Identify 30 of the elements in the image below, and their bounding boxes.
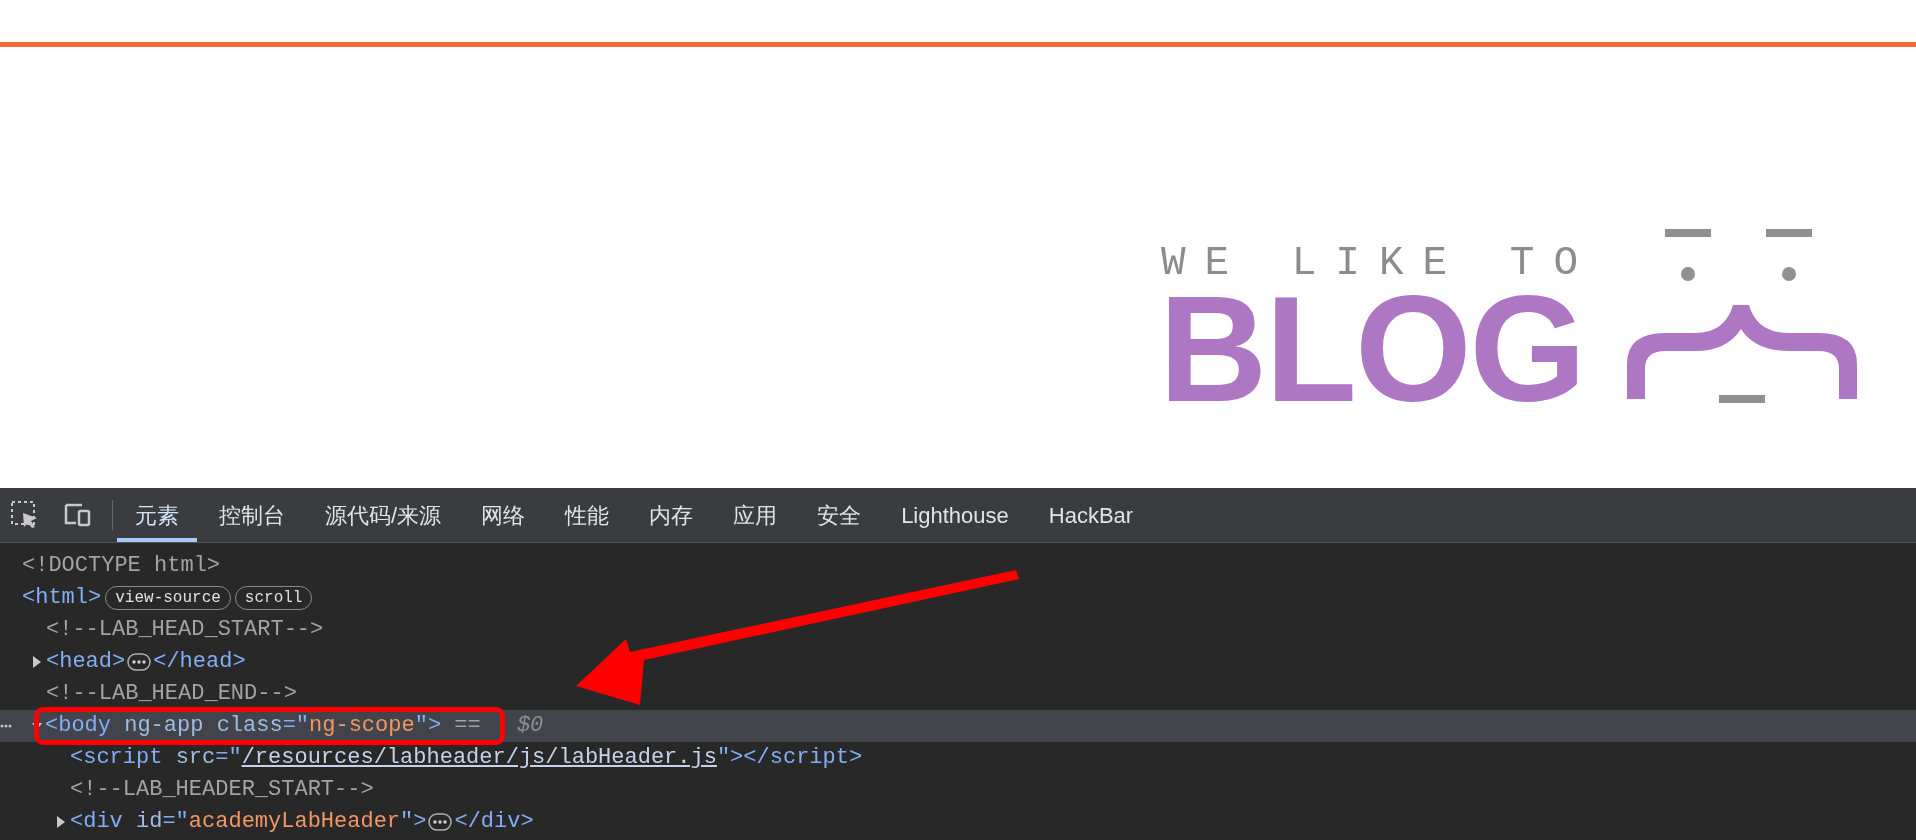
expand-triangle-icon[interactable] — [56, 816, 66, 828]
more-icon[interactable] — [0, 724, 12, 728]
panel-tab[interactable]: 控制台 — [201, 488, 303, 542]
code-text: <head> — [46, 649, 126, 675]
code-text: <!--LAB_HEAD_START--> — [46, 617, 324, 643]
code-text: <!DOCTYPE html> — [22, 553, 221, 579]
panel-tab[interactable]: 内存 — [631, 488, 712, 542]
code-text: <!--LAB_HEAD_END--> — [46, 681, 297, 707]
code-text: <body ng-app class="ng-scope"> == — [45, 713, 482, 739]
panel-tab[interactable]: 源代码/来源 — [307, 488, 460, 542]
code-text: <!--LAB_HEADER_START--> — [70, 777, 374, 803]
code-text: <div id="academyLabHeader"> — [70, 809, 427, 835]
panel-tab[interactable]: 应用 — [715, 488, 796, 542]
panel-tab[interactable]: 元素 — [117, 488, 197, 542]
code-text: <script src="/resources/labheader/js/labHeader.js"></script> — [70, 745, 863, 771]
logo-wordmark: BLOG — [1158, 285, 1586, 413]
code-text: </div> — [454, 809, 534, 835]
code-text: <html> — [22, 585, 102, 611]
panel-tab[interactable]: 网络 — [463, 488, 544, 542]
expand-triangle-icon[interactable] — [32, 656, 42, 668]
device-toggle-icon[interactable] — [62, 501, 92, 529]
panel-tab[interactable]: HackBar — [1030, 488, 1152, 542]
code-text: $0 — [516, 713, 544, 739]
logo-tagline: WE LIKE TO — [1160, 241, 1597, 285]
code-text: </head> — [153, 649, 246, 675]
panel-tab[interactable]: Lighthouse — [883, 488, 1027, 542]
ellipsis-icon[interactable] — [127, 653, 152, 671]
ellipsis-icon[interactable] — [428, 813, 453, 831]
panel-tab[interactable]: 安全 — [799, 488, 880, 542]
panel-tab[interactable]: 性能 — [547, 488, 628, 542]
